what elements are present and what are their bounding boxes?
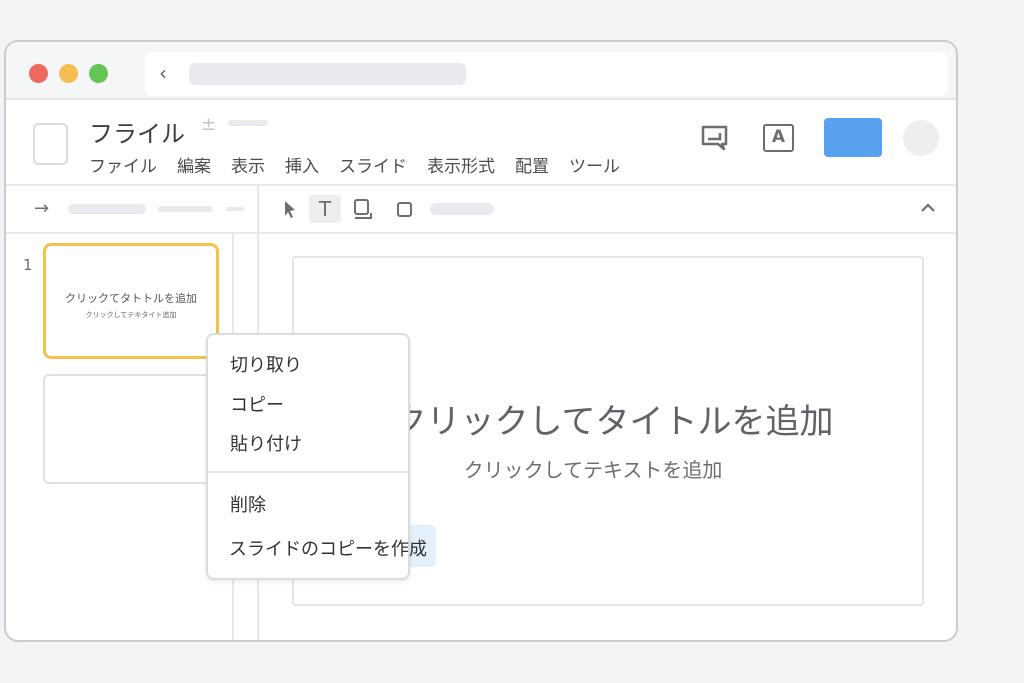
document-title[interactable]: フライル (89, 114, 185, 149)
text-box-tool[interactable]: T (309, 195, 341, 223)
image-tool-icon[interactable] (352, 198, 376, 222)
arrow-right-icon[interactable]: → (34, 198, 49, 219)
menu-item-cut[interactable]: 切り取り (230, 351, 302, 377)
menu-slide[interactable]: スライド (339, 152, 407, 177)
menu-item-duplicate-slide[interactable]: スライドのコピーを作成 (229, 535, 427, 561)
menu-view[interactable]: 表示 (231, 152, 265, 177)
menu-edit[interactable]: 編案 (177, 152, 211, 177)
menu-bar: ファイル 編案 表示 挿入 スライド 表示形式 配置 ツール (89, 152, 620, 177)
comment-icon[interactable] (700, 124, 730, 152)
title-bar: ‹ (6, 42, 956, 100)
menu-item-paste[interactable]: 貼り付け (230, 430, 302, 456)
menu-format[interactable]: 表示形式 (427, 152, 495, 177)
menu-item-delete[interactable]: 削除 (230, 491, 266, 517)
thumb-title: クリックてタトトルを追加 (65, 292, 197, 305)
slide-thumbnail-1[interactable]: クリックてタトトルを追加 クリックしてテキタイト追加 (43, 243, 219, 359)
toolbar-placeholder (158, 206, 213, 212)
chevron-up-icon[interactable] (920, 202, 936, 214)
select-cursor-icon[interactable] (282, 199, 298, 219)
thumb-subtitle: クリックしてテキタイト追加 (85, 311, 177, 319)
toolbar-placeholder (430, 203, 494, 215)
back-icon[interactable]: ‹ (159, 61, 167, 85)
status-placeholder (228, 120, 268, 126)
close-window-button[interactable] (29, 64, 48, 83)
maximize-window-button[interactable] (89, 64, 108, 83)
slide-number: 1 (23, 256, 33, 274)
app-header: フライル ± ファイル 編案 表示 挿入 スライド 表示形式 配置 ツール A (6, 100, 956, 186)
slide-thumbnail-2[interactable] (43, 374, 219, 484)
toolbar: → T (6, 186, 956, 234)
toolbar-placeholder (68, 204, 146, 214)
minimize-window-button[interactable] (59, 64, 78, 83)
shape-tool-icon[interactable] (396, 201, 414, 219)
address-bar[interactable]: ‹ (145, 52, 948, 96)
menu-divider (208, 471, 408, 473)
menu-arrange[interactable]: 配置 (515, 152, 549, 177)
avatar[interactable] (903, 120, 939, 156)
menu-item-copy[interactable]: コピー (230, 391, 284, 417)
menu-tools[interactable]: ツール (569, 152, 620, 177)
browser-window: ‹ フライル ± ファイル 編案 表示 挿入 スライド 表示形式 配置 ツール … (4, 40, 958, 642)
toolbar-placeholder (226, 207, 244, 211)
star-icon[interactable]: ± (201, 114, 216, 135)
share-button[interactable] (824, 118, 882, 157)
text-format-icon[interactable]: A (763, 124, 794, 152)
menu-insert[interactable]: 挿入 (285, 152, 319, 177)
menu-file[interactable]: ファイル (89, 152, 157, 177)
slides-logo-icon[interactable] (33, 123, 68, 165)
url-placeholder (189, 63, 466, 85)
